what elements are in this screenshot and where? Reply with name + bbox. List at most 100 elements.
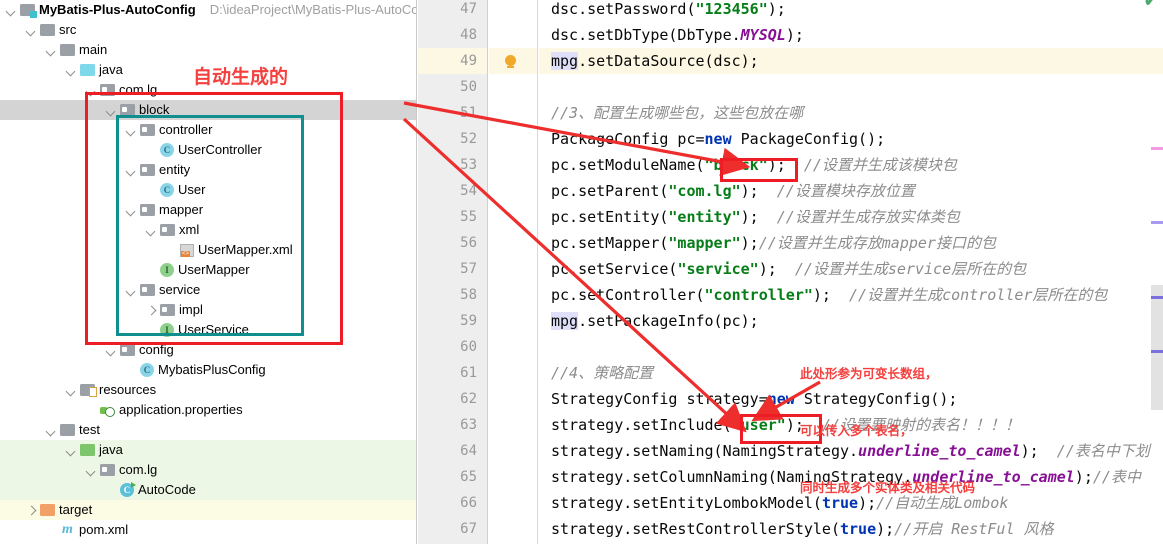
tree-row-usermapper-xml[interactable]: UserMapper.xml	[0, 240, 416, 260]
code-line[interactable]: pc.setController("controller"); //设置并生成c…	[551, 282, 1107, 308]
tree-row-user[interactable]: C User	[0, 180, 416, 200]
chevron-right-icon[interactable]	[26, 505, 37, 516]
chevron-down-icon[interactable]	[126, 285, 137, 296]
java-class-icon: C	[140, 363, 154, 377]
code-line[interactable]: pc.setParent("com.lg"); //设置模块存放位置	[551, 178, 915, 204]
code-token: "entity"	[668, 208, 741, 226]
tree-row-xml[interactable]: xml	[0, 220, 416, 240]
code-editor[interactable]: 47 48 49 50 51 52 53 54 55 56 57 58 59 60 61 62 63 64 65 66…	[418, 0, 1163, 544]
tree-row-java[interactable]: java	[0, 60, 416, 80]
tree-row-service[interactable]: service	[0, 280, 416, 300]
tree-row-mybatisplusconfig[interactable]: C MybatisPlusConfig	[0, 360, 416, 380]
scrollbar-marker[interactable]	[1151, 350, 1163, 353]
tree-row-label: UserMapper	[178, 262, 250, 277]
tree-row-test[interactable]: test	[0, 420, 416, 440]
code-line[interactable]: strategy.setRestControllerStyle(true);//…	[551, 516, 1054, 542]
code-line[interactable]: StrategyConfig strategy=new StrategyConf…	[551, 386, 957, 412]
line-number: 56	[460, 235, 477, 251]
code-line[interactable]: mpg.setDataSource(dsc);	[551, 48, 759, 74]
chevron-down-icon[interactable]	[66, 445, 77, 456]
line-number: 67	[460, 521, 477, 537]
tree-row-autocode[interactable]: C AutoCode	[0, 480, 416, 500]
chevron-down-icon[interactable]	[6, 5, 17, 16]
folder-package-icon	[120, 344, 135, 356]
code-token: mpg	[551, 52, 579, 70]
tree-row-block[interactable]: block	[0, 100, 416, 120]
folder-package-icon	[160, 224, 175, 236]
chevron-down-icon[interactable]	[146, 225, 157, 236]
chevron-down-icon[interactable]	[46, 45, 57, 56]
java-runnable-class-icon: C	[120, 482, 136, 497]
tree-row-pom-xml[interactable]: m pom.xml	[0, 520, 416, 540]
code-line[interactable]: dsc.setDbType(DbType.MYSQL);	[551, 22, 804, 48]
tree-row-label: application.properties	[119, 402, 243, 417]
code-line[interactable]: pc.setService("service"); //设置并生成service…	[551, 256, 1026, 282]
tree-row-usermapper[interactable]: I UserMapper	[0, 260, 416, 280]
tree-row-entity[interactable]: entity	[0, 160, 416, 180]
scrollbar-marker[interactable]	[1151, 221, 1163, 224]
chevron-down-icon[interactable]	[126, 165, 137, 176]
java-class-icon: C	[160, 143, 174, 157]
gutter-icon-bar[interactable]	[489, 0, 538, 544]
code-token: //4、策略配置	[551, 364, 654, 382]
chevron-right-icon[interactable]	[146, 305, 157, 316]
scrollbar-marker[interactable]	[1151, 296, 1163, 299]
code-line[interactable]: pc.setMapper("mapper");//设置并生成存放mapper接口…	[551, 230, 996, 256]
line-number-gutter[interactable]: 47 48 49 50 51 52 53 54 55 56 57 58 59 60 61 62 63 64 65 66…	[418, 0, 488, 544]
code-line[interactable]: strategy.setEntityLombokModel(true);//自动…	[551, 490, 1008, 516]
editor-marker-scrollbar[interactable]: ✔	[1144, 0, 1163, 544]
code-line[interactable]: //4、策略配置	[551, 360, 653, 386]
code-line[interactable]: PackageConfig pc=new PackageConfig();	[551, 126, 885, 152]
chevron-down-icon[interactable]	[86, 465, 97, 476]
tree-row-impl[interactable]: impl	[0, 300, 416, 320]
tree-row-controller[interactable]: controller	[0, 120, 416, 140]
chevron-down-icon[interactable]	[26, 25, 37, 36]
tree-row-src[interactable]: src	[0, 20, 416, 40]
chevron-down-icon[interactable]	[126, 205, 137, 216]
code-token: //设置要映射的表名！！！！	[821, 416, 1021, 434]
tree-row-target[interactable]: target	[0, 500, 416, 520]
tree-row-external-libraries[interactable]: External Libraries	[0, 540, 416, 544]
tree-row-com-lg[interactable]: com.lg	[0, 460, 416, 480]
line-number: 52	[460, 131, 477, 147]
code-token: "user"	[731, 416, 786, 434]
tree-row-com-lg[interactable]: com.lg	[0, 80, 416, 100]
tree-row-application-properties[interactable]: application.properties	[0, 400, 416, 420]
java-class-icon: C	[160, 183, 174, 197]
project-tree-panel[interactable]: MyBatis-Plus-AutoConfig D:\ideaProject\My…	[0, 0, 417, 544]
tree-row-usercontroller[interactable]: C UserController	[0, 140, 416, 160]
code-line[interactable]: pc.setModuleName("block"); //设置并生成该模块包	[551, 152, 957, 178]
code-line[interactable]: strategy.setColumnNaming(NamingStrategy.…	[551, 464, 1141, 490]
chevron-down-icon[interactable]	[106, 345, 117, 356]
scrollbar-marker[interactable]	[1151, 147, 1163, 150]
tree-row-label: AutoCode	[138, 482, 196, 497]
tree-row-mybatis-plus-autoconfig[interactable]: MyBatis-Plus-AutoConfig D:\ideaProject\My…	[0, 0, 416, 20]
tree-row-main[interactable]: main	[0, 40, 416, 60]
code-token: //设置并生成存放mapper接口的包	[758, 234, 996, 252]
tree-row-label: impl	[179, 302, 203, 317]
tree-row-resources[interactable]: resources	[0, 380, 416, 400]
chevron-down-icon[interactable]	[86, 85, 97, 96]
chevron-down-icon[interactable]	[66, 65, 77, 76]
code-line[interactable]: strategy.setNaming(NamingStrategy.underl…	[551, 438, 1150, 464]
tree-row-java[interactable]: java	[0, 440, 416, 460]
scrollbar-thumb[interactable]	[1151, 285, 1163, 410]
lightbulb-icon[interactable]	[505, 55, 516, 68]
code-line[interactable]: strategy.setInclude("user"); //设置要映射的表名！…	[551, 412, 1020, 438]
folder-package-icon	[140, 164, 155, 176]
tree-row-userservice[interactable]: I UserService	[0, 320, 416, 340]
chevron-down-icon[interactable]	[66, 385, 77, 396]
tree-row-mapper[interactable]: mapper	[0, 200, 416, 220]
tree-row-label: controller	[159, 122, 213, 137]
code-text-area[interactable]: dsc.setPassword("123456"); dsc.setDbType(…	[539, 0, 1163, 544]
chevron-down-icon[interactable]	[46, 425, 57, 436]
code-line[interactable]: pc.setEntity("entity"); //设置并生成存放实体类包	[551, 204, 960, 230]
java-interface-icon: I	[160, 263, 174, 277]
code-token: MYSQL	[740, 26, 786, 44]
chevron-down-icon[interactable]	[106, 105, 117, 116]
code-line[interactable]: dsc.setPassword("123456");	[551, 0, 786, 22]
chevron-down-icon[interactable]	[126, 125, 137, 136]
tree-row-config[interactable]: config	[0, 340, 416, 360]
code-line[interactable]: mpg.setPackageInfo(pc);	[551, 308, 759, 334]
code-line[interactable]: //3、配置生成哪些包，这些包放在哪	[551, 100, 803, 126]
